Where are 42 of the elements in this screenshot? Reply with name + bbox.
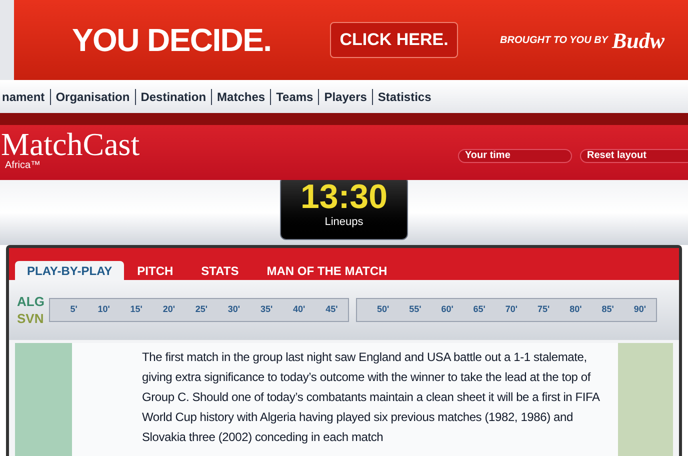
sponsor-logo: Budw <box>612 26 665 54</box>
minute-label: 90' <box>634 303 646 316</box>
minute-label: 10' <box>98 303 110 316</box>
minute-label: 5' <box>70 303 78 316</box>
nav-link[interactable]: Teams <box>276 88 314 106</box>
minute-label: 65' <box>473 303 486 316</box>
minute-label: 55' <box>409 303 422 316</box>
team-code: SVN <box>17 310 45 327</box>
tab[interactable]: PITCH <box>128 261 182 280</box>
header-button[interactable]: Reset layout <box>580 149 688 163</box>
minute-label: 60' <box>441 303 454 316</box>
match-phase: Lineups <box>324 217 364 228</box>
nav-link[interactable]: nament <box>2 88 45 106</box>
nav-link[interactable]: Players <box>324 88 367 106</box>
minute-label: 45' <box>326 303 338 316</box>
minute-label: 30' <box>228 303 240 316</box>
tab[interactable]: PLAY-BY-PLAY <box>15 261 124 280</box>
team-code: ALG <box>17 293 46 310</box>
minute-label: 70' <box>505 303 518 316</box>
sponsor-text: BROUGHT TO YOU BY <box>500 34 608 48</box>
minute-label: 50' <box>376 303 390 316</box>
header-button[interactable]: Your time <box>458 149 572 163</box>
minute-label: 80' <box>570 303 582 316</box>
nav-link[interactable]: Matches <box>217 88 266 106</box>
logo-subtitle: Africa™ <box>5 161 42 171</box>
minute-label: 20' <box>162 303 175 316</box>
minute-label: 85' <box>602 303 614 316</box>
nav-link[interactable]: Destination <box>140 88 206 106</box>
commentary-text: The first match in the group last night saw England and USA battle out a 1-1 stalemate, giving extra significance to today’s outcome with the winner to take the lead at the top of Group C. Should one of today’s combatants maintain a clean sheet it will be a first in FIFA World Cup history with Algeria having played six previous matches (1982, 1986) and Slovakia three (2002) conceding in each match <box>142 349 600 446</box>
minute-label: 15' <box>130 303 142 316</box>
minute-label: 40' <box>293 303 306 316</box>
match-clock: 13:30 <box>300 177 388 217</box>
minute-label: 25' <box>195 303 208 316</box>
nav-link[interactable]: Organisation <box>56 88 130 106</box>
tab[interactable]: MAN OF THE MATCH <box>258 261 396 280</box>
minute-label: 75' <box>538 303 550 316</box>
matchcast-logo: MatchCast <box>1 127 140 161</box>
ad-headline: YOU DECIDE. <box>72 21 272 59</box>
tab[interactable]: STATS <box>192 261 248 280</box>
nav-link[interactable]: Statistics <box>378 88 432 106</box>
minute-label: 35' <box>260 303 273 316</box>
click-here-button[interactable]: CLICK HERE. <box>330 22 458 58</box>
